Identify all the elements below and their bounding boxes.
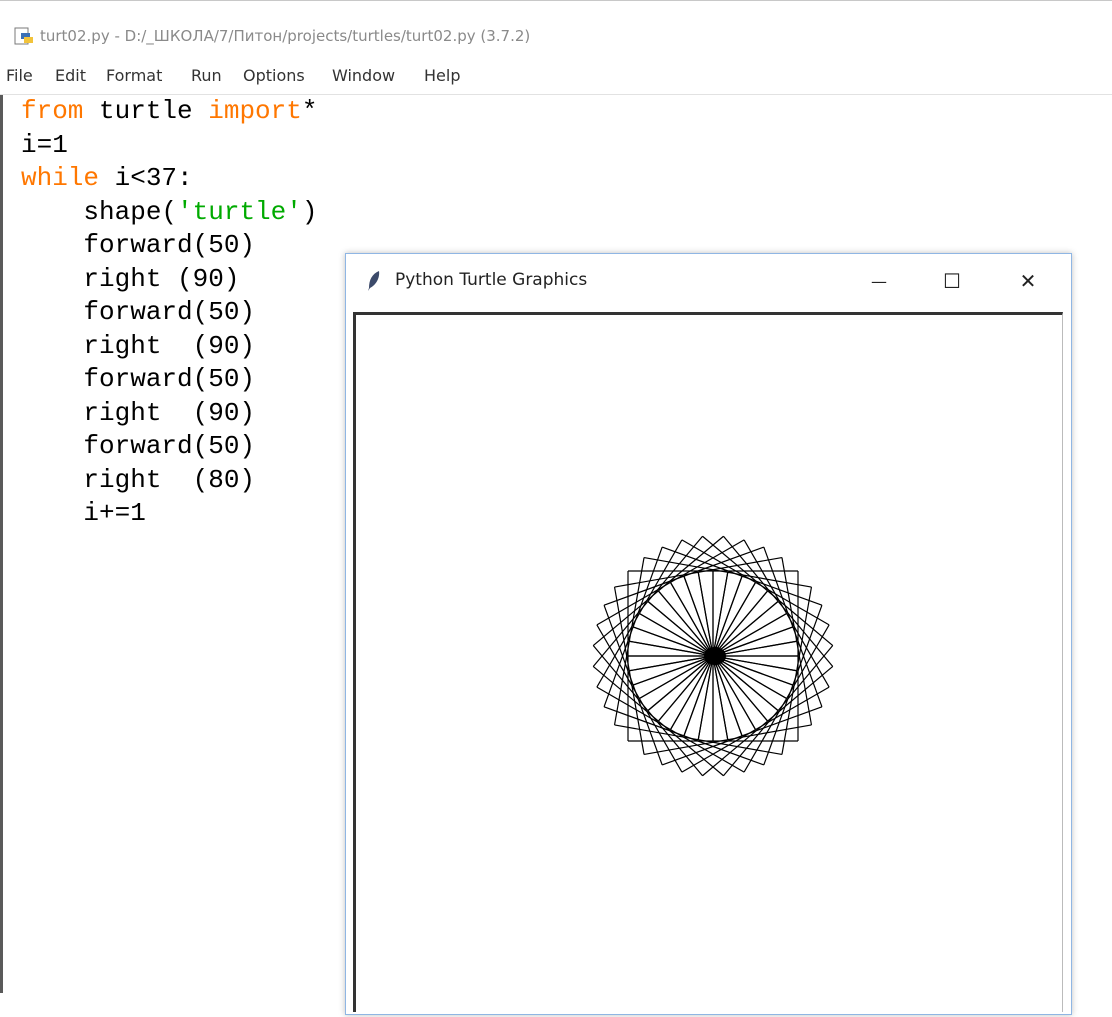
code-line: right (90) [21,330,255,363]
menu-file[interactable]: File [6,66,33,85]
turtle-canvas[interactable] [353,312,1063,1012]
feather-icon [368,271,380,291]
turtle-drawing [592,535,834,777]
window-title: turt02.py - D:/_ШКОЛА/7/Питон/projects/t… [40,27,531,45]
string-token: 'turtle' [177,196,302,227]
code-token: forward(50) [21,364,256,394]
minimize-button[interactable]: — [851,254,907,308]
code-token: right (80) [21,464,256,495]
code-token: i=1 [21,129,68,160]
code-line: forward(50) [21,363,255,396]
code-token: turtle [83,96,209,126]
code-line: i=1 [21,129,68,162]
turtle-cursor-icon [704,647,726,665]
code-line: i+=1 [21,497,146,530]
keyword-token: import [208,96,302,126]
code-line: shape('turtle') [21,196,317,229]
menu-run[interactable]: Run [191,66,222,85]
turtle-line [632,546,663,628]
code-token: right (90) [21,263,240,294]
code-token: i<37: [99,163,193,193]
turtle-line [741,575,823,606]
code-line: right (80) [21,464,255,497]
menu-format[interactable]: Format [106,66,162,85]
code-line: forward(50) [21,430,255,463]
turtle-line [603,706,685,737]
menu-bar: File Edit Format Run Options Window Help [0,56,1112,95]
turtle-line [632,684,663,766]
menu-window[interactable]: Window [332,66,395,85]
maximize-button[interactable]: ☐ [924,254,980,308]
code-token: shape( [21,196,178,227]
code-token: * [301,96,318,126]
code-line: forward(50) [21,296,255,329]
code-line: from turtle import* [21,95,317,128]
code-token: ) [301,196,318,227]
idle-title-bar[interactable]: turt02.py - D:/_ШКОЛА/7/Питон/projects/t… [0,0,1112,57]
menu-edit[interactable]: Edit [55,66,86,85]
minimize-icon: — [871,271,887,291]
menu-help[interactable]: Help [424,66,460,85]
turtle-line [763,546,794,628]
close-button[interactable]: ✕ [1000,254,1056,308]
code-line: while i<37: [21,162,193,195]
code-token: forward(50) [21,297,256,327]
code-token: forward(50) [21,230,256,260]
code-token: forward(50) [21,431,256,461]
turtle-window-title: Python Turtle Graphics [395,270,588,290]
turtle-line [763,684,794,766]
code-line: right (90) [21,263,239,296]
close-icon: ✕ [1019,269,1037,293]
turtle-line [741,706,823,737]
menu-options[interactable]: Options [243,66,305,85]
turtle-window-title-bar[interactable]: Python Turtle Graphics — ☐ ✕ [346,254,1071,308]
turtle-graphics-window: Python Turtle Graphics — ☐ ✕ [345,253,1072,1015]
code-line: forward(50) [21,229,255,262]
code-token: right (90) [21,330,256,361]
turtle-line [603,575,685,606]
maximize-icon: ☐ [943,269,961,293]
keyword-token: from [21,96,84,126]
code-token: right (90) [21,397,256,428]
code-token: i+=1 [21,498,146,528]
python-file-icon [14,27,33,45]
keyword-token: while [21,163,100,193]
code-line: right (90) [21,397,255,430]
